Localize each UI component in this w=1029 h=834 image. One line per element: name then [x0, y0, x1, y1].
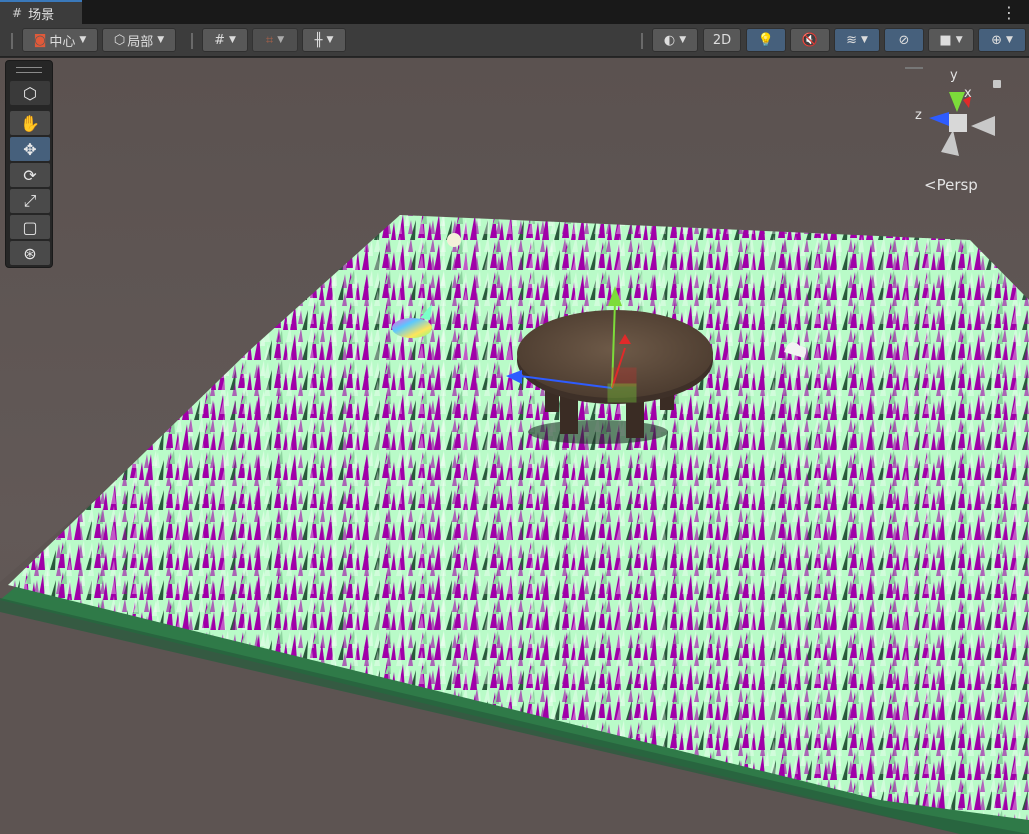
transform-tool-icon[interactable]: ⊛	[10, 241, 50, 265]
scene-visibility-toggle[interactable]: ⊘	[884, 28, 924, 52]
layers-icon: ≋	[846, 32, 857, 48]
toolbar-grip	[11, 33, 13, 49]
ruler-icon: ╫	[314, 32, 323, 48]
toolbar-grip	[641, 33, 643, 49]
tab-label: 场景	[28, 7, 55, 23]
snap-magnet-icon: ⌗	[265, 32, 274, 48]
camera-icon: ■	[939, 32, 952, 48]
axis-z-label: z	[915, 108, 922, 123]
rotate-tool-icon[interactable]: ⟳	[10, 163, 50, 187]
pivot-mode-label: 中心	[49, 34, 76, 50]
light-bulb-icon: 💡	[757, 32, 775, 48]
chevron-down-icon: ▼	[679, 35, 687, 45]
scene-toolbar: ◙ 中心 ▼ ⬡ 局部 ▼ # ▼ ⌗ ▼ ╫ ▼ ◐ ▼ 2D 💡 🔇 ≋ ▼ ⊘ ■ ▼…	[0, 24, 1029, 57]
grid-snap-dropdown[interactable]: ⌗ ▼	[252, 28, 298, 52]
scene-viewport[interactable]: ⬡ ✋ ✥ ⟳ ⤢ ▢ ⊛ y x z <Persp	[0, 58, 1029, 834]
chevron-down-icon: ▼	[326, 35, 334, 45]
pivot-mode-dropdown[interactable]: ◙ 中心 ▼	[22, 28, 98, 52]
grid-visibility-dropdown[interactable]: # ▼	[202, 28, 248, 52]
chevron-down-icon: ▼	[860, 35, 868, 45]
toggle-2d-label: 2D	[712, 32, 732, 48]
move-tool-icon[interactable]: ✥	[10, 137, 50, 161]
scale-tool-icon[interactable]: ⤢	[10, 189, 50, 213]
shading-mode-icon: ◐	[663, 32, 676, 48]
chevron-down-icon: ▼	[79, 35, 87, 45]
increment-snap-dropdown[interactable]: ╫ ▼	[302, 28, 346, 52]
chevron-down-icon: ▼	[157, 35, 165, 45]
hand-tool-icon[interactable]: ✋	[10, 111, 50, 135]
camera-settings-dropdown[interactable]: ■ ▼	[928, 28, 974, 52]
draw-mode-dropdown[interactable]: ◐ ▼	[652, 28, 698, 52]
projection-toggle[interactable]: <Persp	[924, 176, 978, 194]
toolbar-grip	[191, 33, 193, 49]
axis-x-label: x	[964, 86, 972, 101]
grid-icon: #	[214, 32, 225, 48]
overlay-drag-handle[interactable]	[16, 67, 42, 73]
pivot-rotation-dropdown[interactable]: ⬡ 局部 ▼	[102, 28, 176, 52]
chevron-down-icon: ▼	[228, 35, 236, 45]
tab-scene[interactable]: # 场景	[0, 0, 82, 24]
axis-y-label: y	[950, 68, 958, 83]
view-options-icon[interactable]: ⬡	[10, 81, 50, 105]
chevron-down-icon: ▼	[277, 35, 285, 45]
toggle-2d-button[interactable]: 2D	[703, 28, 741, 52]
chevron-left-icon: <	[924, 176, 937, 194]
audio-mute-icon: 🔇	[801, 32, 819, 48]
gizmo-icon: ⊕	[991, 32, 1002, 48]
axis-gizmo-icon	[905, 67, 1001, 156]
chevron-down-icon: ▼	[1005, 35, 1013, 45]
gizmos-dropdown[interactable]: ⊕ ▼	[978, 28, 1026, 52]
projection-label: Persp	[936, 176, 978, 194]
rect-tool-icon[interactable]: ▢	[10, 215, 50, 239]
scene-render	[0, 215, 1029, 834]
chevron-down-icon: ▼	[955, 35, 963, 45]
eye-hidden-icon: ⊘	[898, 32, 910, 48]
pivot-rotation-label: 局部	[127, 34, 154, 50]
lighting-toggle[interactable]: 💡	[746, 28, 786, 52]
more-options-icon[interactable]: ⋮	[1001, 3, 1017, 22]
tools-overlay: ⬡ ✋ ✥ ⟳ ⤢ ▢ ⊛	[5, 60, 53, 268]
tab-bar: # 场景 ⋮	[0, 0, 1029, 24]
audio-toggle[interactable]: 🔇	[790, 28, 830, 52]
lock-icon	[993, 80, 1001, 88]
scene-grid-icon: #	[12, 6, 23, 20]
local-cube-icon: ⬡	[113, 32, 126, 48]
effects-dropdown[interactable]: ≋ ▼	[834, 28, 880, 52]
pivot-icon: ◙	[33, 32, 47, 48]
